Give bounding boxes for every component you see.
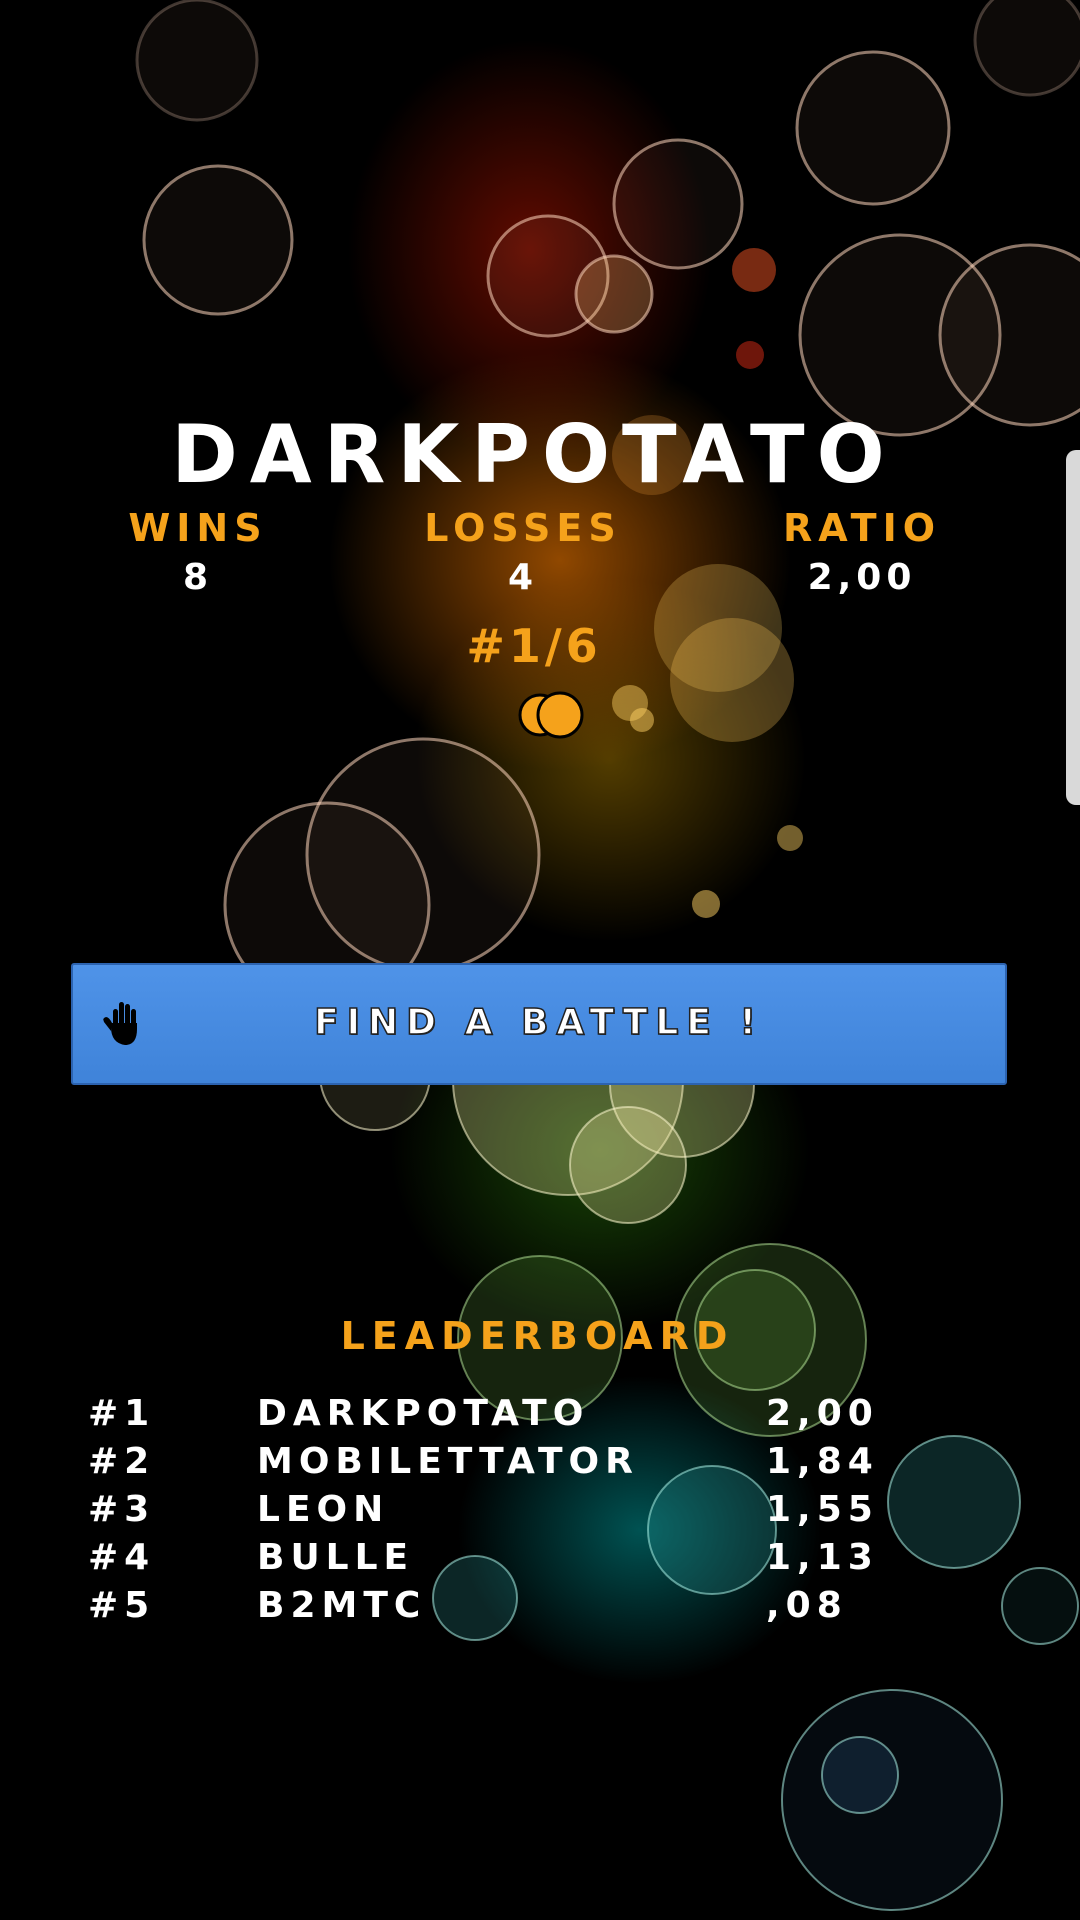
leaderboard-name: DARKPOTATO <box>257 1393 590 1434</box>
leaderboard-row: #1 DARKPOTATO 2,00 <box>0 1390 1080 1438</box>
leaderboard-row: #3 LEON 1,55 <box>0 1486 1080 1534</box>
ratio-value: 2,00 <box>807 557 917 598</box>
ratio-label: RATIO <box>782 506 942 550</box>
player-name: DARKPOTATO <box>171 408 897 501</box>
ratio-stat: RATIO 2,00 <box>742 505 982 601</box>
leaderboard-name: MOBILETTATOR <box>257 1441 639 1482</box>
drawer-handle[interactable] <box>1066 450 1080 805</box>
losses-label: LOSSES <box>424 506 622 550</box>
leaderboard-position: #5 <box>88 1585 156 1626</box>
leaderboard-name: BULLE <box>257 1537 415 1578</box>
leaderboard-row: #5 B2MTC ,08 <box>0 1582 1080 1630</box>
game-screen: DARKPOTATO WINS 8 LOSSES 4 RATIO 2,00 #1… <box>0 0 1080 1920</box>
leaderboard-name: LEON <box>257 1489 390 1530</box>
leaderboard-score: 1,13 <box>766 1537 879 1578</box>
player-rank: #1/6 <box>466 619 602 673</box>
losses-value: 4 <box>507 557 539 598</box>
leaderboard-title: LEADERBOARD <box>340 1314 735 1358</box>
leaderboard-score: ,08 <box>766 1585 848 1626</box>
main-content: DARKPOTATO WINS 8 LOSSES 4 RATIO 2,00 #1… <box>0 0 1080 1920</box>
leaderboard-name: B2MTC <box>257 1585 427 1626</box>
leaderboard-score: 1,84 <box>766 1441 879 1482</box>
leaderboard-score: 2,00 <box>766 1393 879 1434</box>
wins-value: 8 <box>182 557 214 598</box>
leaderboard-position: #3 <box>88 1489 156 1530</box>
leaderboard-score: 1,55 <box>766 1489 879 1530</box>
find-battle-button[interactable]: FIND A BATTLE ! <box>71 963 1007 1085</box>
wins-label: WINS <box>128 506 268 550</box>
leaderboard-row: #4 BULLE 1,13 <box>0 1534 1080 1582</box>
wins-stat: WINS 8 <box>78 505 318 601</box>
losses-stat: LOSSES 4 <box>403 505 643 601</box>
leaderboard-position: #2 <box>88 1441 156 1482</box>
leaderboard-position: #4 <box>88 1537 156 1578</box>
leaderboard-position: #1 <box>88 1393 156 1434</box>
leaderboard-row: #2 MOBILETTATOR 1,84 <box>0 1438 1080 1486</box>
leaderboard-list: #1 DARKPOTATO 2,00 #2 MOBILETTATOR 1,84 … <box>0 1390 1080 1630</box>
find-battle-label: FIND A BATTLE ! <box>313 1001 764 1044</box>
coins-icon <box>516 690 586 740</box>
